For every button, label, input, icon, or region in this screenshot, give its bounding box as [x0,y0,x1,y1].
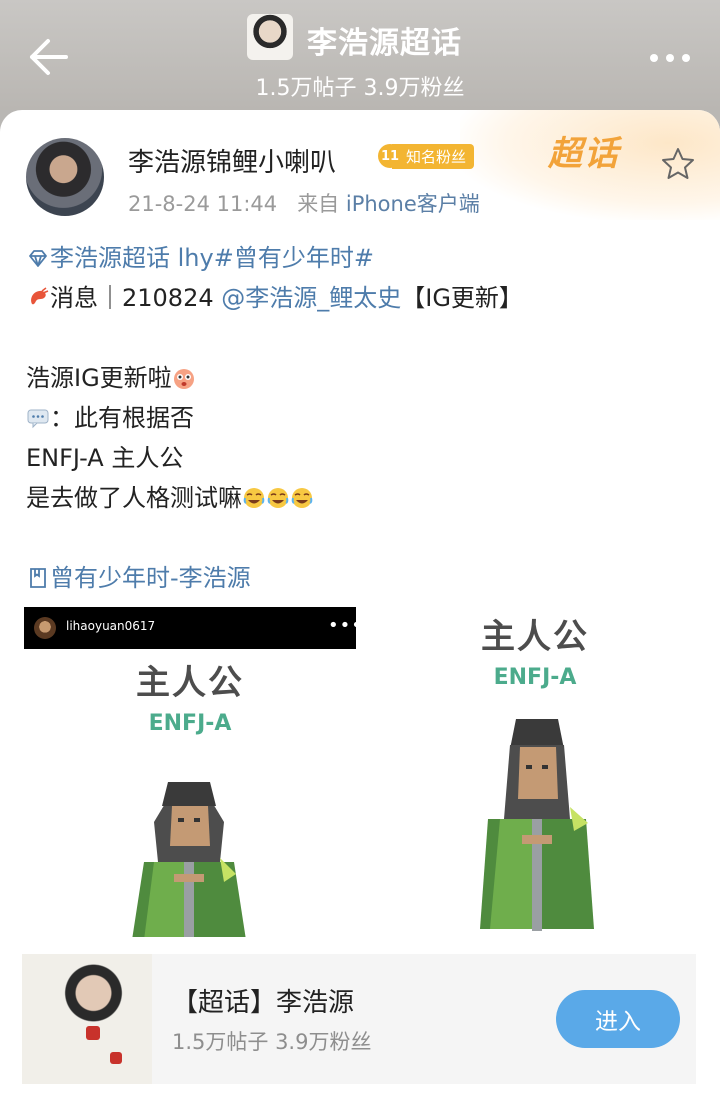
speech-bubble-icon [27,409,49,429]
author-avatar[interactable] [26,138,104,216]
more-dots-icon [650,54,690,62]
post-line-6: 是去做了人格测试嘛 [26,484,242,512]
post-line-5: ENFJ-A 主人公 [26,444,184,472]
shrimp-icon [31,287,49,305]
ig-avatar [34,617,56,639]
fan-badge[interactable]: 11 知名粉丝 [378,143,475,169]
persona-code: ENFJ-A [148,711,232,736]
post-line-2-prefix: 消息｜210824 [50,284,222,312]
laugh-cry-emoji [291,488,313,508]
post-image-2[interactable]: 主人公 ENFJ-A [374,607,696,937]
instagram-header: lihaoyuan0617 ••• [24,607,356,649]
topic-footer-link[interactable]: 曾有少年时-李浩源 [50,564,251,592]
ig-more-icon: ••• [328,615,356,636]
supertopic-name: 【超话】李浩源 [172,988,355,1018]
sticker-icon [173,369,194,389]
badge-level: 11 [378,144,402,168]
persona-title: 主人公 [481,617,589,657]
hashtag-link[interactable]: lhy#曾有少年时# [178,244,374,272]
post-source[interactable]: iPhone客户端 [346,192,480,216]
header-avatar [247,14,293,60]
post-text: 李浩源超话 lhy#曾有少年时# 消息｜210824 @李浩源_鲤太史【IG更新… [26,238,696,598]
supertopic-mark: 超话 [548,134,620,174]
laugh-cry-emoji [243,488,265,508]
badge-label: 知名粉丝 [392,143,475,169]
source-prefix: 来自 [297,192,340,216]
post-line-3: 浩源IG更新啦 [26,364,172,392]
cover-detail [110,1052,122,1064]
diamond-icon [29,250,47,267]
top-header: 李浩源超话 1.5万帖子 3.9万粉丝 [0,0,720,110]
star-icon [662,148,694,179]
post-line-4: ：此有根据否 [50,404,194,432]
cover-detail [86,1026,100,1040]
supertopic-stats: 1.5万帖子 3.9万粉丝 [172,1030,372,1054]
more-button[interactable] [640,38,700,78]
favorite-button[interactable] [660,146,696,182]
mention-link[interactable]: @李浩源_鲤太史 [221,284,401,312]
header-stats: 1.5万帖子 3.9万粉丝 [255,76,465,101]
laugh-cry-emoji [267,488,289,508]
page-title: 李浩源超话 [307,26,462,61]
protagonist-character-illustration [132,782,246,937]
supertopic-card[interactable]: 【超话】李浩源 1.5万帖子 3.9万粉丝 进入 [22,954,696,1084]
supertopic-link[interactable]: 李浩源超话 [50,244,170,272]
protagonist-character-illustration [480,719,594,931]
post-card: 超话 李浩源锦鲤小喇叭 11 知名粉丝 21-8-24 11:44 来自 iPh… [0,110,720,1120]
book-icon [30,568,46,588]
persona-title: 主人公 [136,663,244,703]
supertopic-cover [22,954,152,1084]
post-line-2-suffix: 【IG更新】 [401,284,523,312]
ig-username: lihaoyuan0617 [66,619,156,633]
post-meta: 21-8-24 11:44 来自 iPhone客户端 [128,188,480,218]
persona-code: ENFJ-A [493,665,577,690]
post-image-1[interactable]: lihaoyuan0617 ••• 主人公 ENFJ-A [24,607,356,937]
post-time: 21-8-24 11:44 [128,192,278,216]
enter-button[interactable]: 进入 [556,990,680,1048]
author-name[interactable]: 李浩源锦鲤小喇叭 [128,142,336,179]
